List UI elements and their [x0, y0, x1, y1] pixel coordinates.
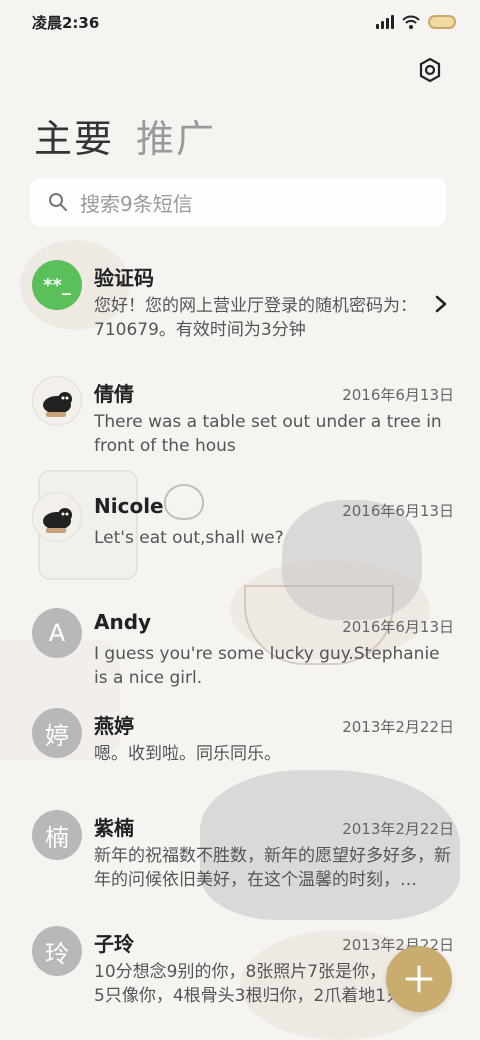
cat-avatar-icon — [43, 392, 72, 417]
message-row[interactable]: 倩倩 2016年6月13日 There was a table set out … — [0, 362, 480, 478]
status-bar: 凌晨2:36 — [0, 0, 480, 44]
search-icon — [49, 193, 67, 211]
signal-icon — [376, 15, 394, 29]
sender-name: Andy — [94, 610, 152, 634]
avatar: 玲 — [32, 926, 82, 976]
chevron-right-icon[interactable] — [434, 294, 448, 314]
message-preview: Let's eat out,shall we? — [94, 528, 284, 548]
avatar: 婷 — [32, 708, 82, 758]
wifi-icon — [402, 15, 420, 29]
sender-name: 验证码 — [94, 266, 154, 290]
cat-avatar-icon — [43, 508, 72, 533]
avatar: **_ — [32, 260, 82, 310]
message-preview: There was a table set out under a tree i… — [94, 412, 442, 456]
message-row[interactable]: 婷 燕婷 2013年2月22日 嗯。收到啦。同乐同乐。 — [0, 694, 480, 796]
plus-icon — [405, 965, 433, 993]
battery-icon — [428, 15, 456, 29]
message-date: 2016年6月13日 — [342, 618, 454, 636]
message-list: **_ 验证码 您好！您的网上营业厅登录的随机密码为：710679。有效时间为3… — [0, 246, 480, 1028]
gear-icon — [419, 57, 441, 83]
status-icons — [376, 15, 456, 29]
message-date: 2013年2月22日 — [342, 820, 454, 838]
message-preview: I guess you're some lucky guy.Stephanie … — [94, 644, 440, 688]
search-input[interactable]: 搜索9条短信 — [30, 178, 446, 226]
message-row[interactable]: 楠 紫楠 2013年2月22日 新年的祝福数不胜数，新年的愿望好多好多，新年的问… — [0, 796, 480, 912]
sender-name: 紫楠 — [94, 816, 134, 840]
compose-button[interactable] — [386, 946, 452, 1012]
status-time: 凌晨2:36 — [32, 13, 100, 32]
search-placeholder: 搜索9条短信 — [80, 191, 193, 216]
sender-name: Nicole — [94, 494, 164, 518]
message-preview: 嗯。收到啦。同乐同乐。 — [94, 744, 281, 764]
avatar: A — [32, 608, 82, 658]
settings-button[interactable] — [412, 54, 448, 86]
message-row[interactable]: Nicole 2016年6月13日 Let's eat out,shall we… — [0, 478, 480, 594]
sender-name: 子玲 — [94, 932, 134, 956]
sender-name: 燕婷 — [94, 714, 134, 738]
message-date: 2016年6月13日 — [342, 386, 454, 404]
message-date: 2013年2月22日 — [342, 718, 454, 736]
message-row[interactable]: A Andy 2016年6月13日 I guess you're some lu… — [0, 594, 480, 694]
sender-name: 倩倩 — [94, 382, 134, 406]
message-preview: 您好！您的网上营业厅登录的随机密码为：710679。有效时间为3分钟 — [94, 296, 417, 340]
avatar: 楠 — [32, 810, 82, 860]
avatar — [32, 376, 82, 426]
message-date: 2016年6月13日 — [342, 502, 454, 520]
tab-primary[interactable]: 主要 — [34, 108, 114, 163]
tab-bar: 主要 推广 — [34, 108, 216, 163]
message-preview: 新年的祝福数不胜数，新年的愿望好多好多，新年的问候依旧美好，在这个温馨的时刻，… — [94, 846, 451, 890]
avatar — [32, 492, 82, 542]
message-row[interactable]: **_ 验证码 您好！您的网上营业厅登录的随机密码为：710679。有效时间为3… — [0, 246, 480, 362]
tab-promotions[interactable]: 推广 — [136, 108, 216, 163]
